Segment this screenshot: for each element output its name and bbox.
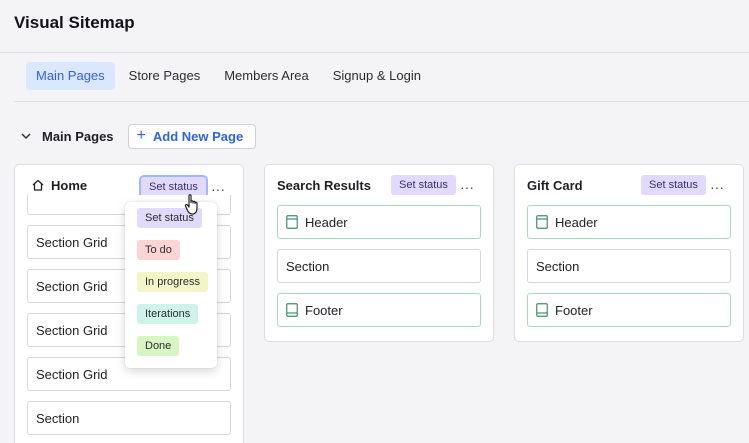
page-card-gift-card[interactable]: Gift Card Set status ··· Header Section … xyxy=(514,164,744,342)
status-option-in-progress[interactable]: In progress xyxy=(137,272,209,292)
page-card-search-results[interactable]: Search Results Set status ··· Header Sec… xyxy=(264,164,494,342)
app-title: Visual Sitemap xyxy=(14,13,135,32)
more-options-button[interactable]: ··· xyxy=(708,180,726,199)
page-type-tabs: Main Pages Store Pages Members Area Sign… xyxy=(26,62,435,90)
tab-signup-login[interactable]: Signup & Login xyxy=(323,62,431,90)
tab-main-pages[interactable]: Main Pages xyxy=(26,62,115,90)
plus-icon: + xyxy=(136,127,146,144)
section-title: Main Pages xyxy=(42,128,114,144)
divider xyxy=(14,101,749,102)
status-option-to-do[interactable]: To do xyxy=(137,240,180,260)
status-option-iterations[interactable]: Iterations xyxy=(137,304,199,324)
card-title: Gift Card xyxy=(527,178,583,193)
section-block[interactable]: Section xyxy=(527,249,731,283)
tab-store-pages[interactable]: Store Pages xyxy=(119,62,211,90)
header-icon xyxy=(286,215,298,229)
header-label: Header xyxy=(305,214,348,230)
status-option-done[interactable]: Done xyxy=(137,336,180,356)
tab-members-area[interactable]: Members Area xyxy=(214,62,319,90)
card-title: Search Results xyxy=(277,178,371,193)
footer-block[interactable]: Footer xyxy=(527,293,731,327)
header-icon xyxy=(536,215,548,229)
section-block[interactable]: Section xyxy=(27,401,231,435)
header-label: Header xyxy=(555,214,598,230)
add-new-page-label: Add New Page xyxy=(152,128,244,144)
hand-cursor-icon xyxy=(183,193,203,217)
footer-block[interactable]: Footer xyxy=(277,293,481,327)
section-block[interactable]: Section xyxy=(277,249,481,283)
add-new-page-button[interactable]: + Add New Page xyxy=(127,123,257,149)
set-status-button[interactable]: Set status xyxy=(391,175,456,195)
footer-icon xyxy=(536,303,548,317)
home-icon xyxy=(31,178,45,192)
set-status-button[interactable]: Set status xyxy=(641,175,706,195)
more-options-button[interactable]: ··· xyxy=(458,180,476,199)
header-block[interactable]: Header xyxy=(277,205,481,239)
footer-icon xyxy=(286,303,298,317)
section-header: Main Pages + Add New Page xyxy=(20,123,257,149)
chevron-down-icon[interactable] xyxy=(20,130,32,142)
header-block[interactable]: Header xyxy=(527,205,731,239)
card-title: Home xyxy=(51,177,88,193)
status-dropdown: Set status To do In progress Iterations … xyxy=(125,202,217,368)
footer-label: Footer xyxy=(555,302,593,318)
footer-label: Footer xyxy=(305,302,343,318)
top-bar: Visual Sitemap xyxy=(0,0,749,53)
